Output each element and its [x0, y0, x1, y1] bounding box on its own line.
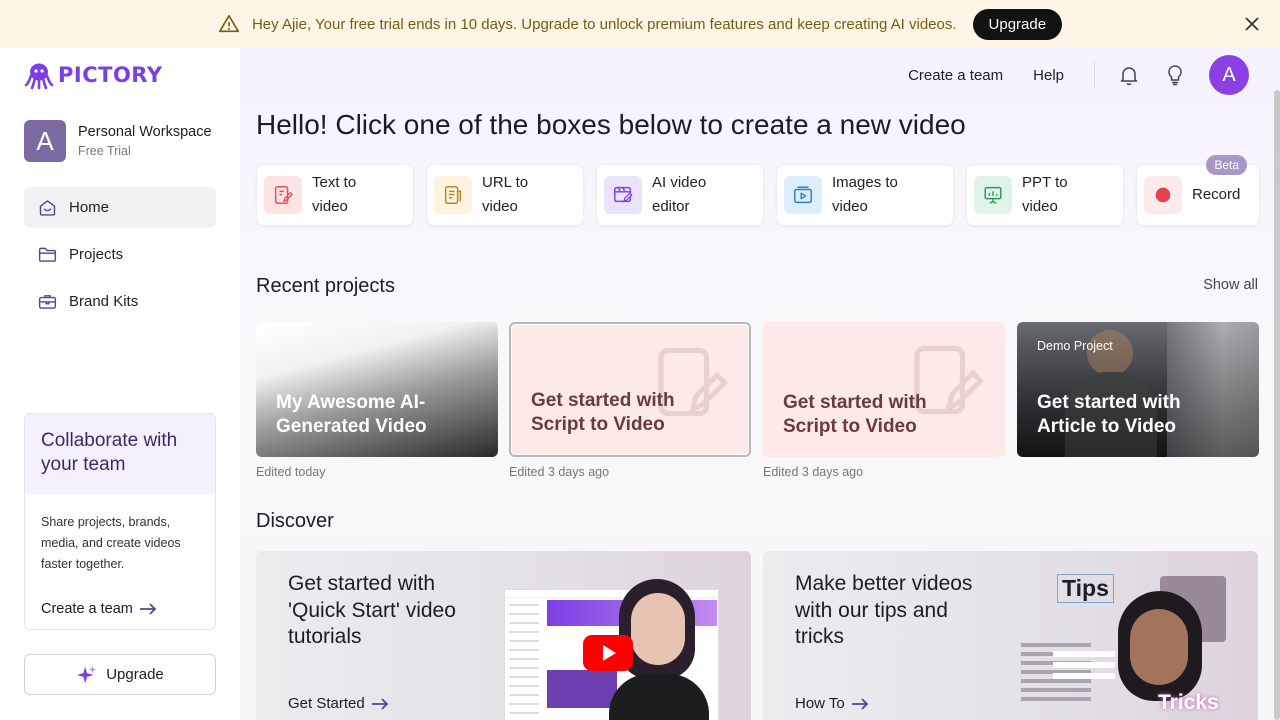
tile-label: PPT to video [1022, 174, 1068, 215]
discover-card-tips[interactable]: Make better videos with our tips and tri… [763, 551, 1258, 720]
collaborate-card: Collaborate with your team Share project… [24, 413, 216, 630]
project-thumbnail[interactable]: My Awesome AI-Generated Video [256, 322, 498, 457]
banner-upgrade-button[interactable]: Upgrade [972, 8, 1063, 40]
how-to-link[interactable]: How To [795, 695, 869, 712]
bell-icon[interactable] [1117, 63, 1141, 87]
workspace-avatar: A [24, 120, 66, 162]
tricks-art-label: Tricks [1158, 691, 1219, 714]
show-all-link[interactable]: Show all [1203, 277, 1258, 293]
sidebar-upgrade-label: Upgrade [106, 666, 164, 683]
discover-card-quick-start[interactable]: Get started with 'Quick Start' video tut… [256, 551, 751, 720]
project-edited: Edited today [256, 465, 326, 479]
briefcase-icon [38, 295, 57, 309]
topbar-divider [1094, 62, 1095, 88]
create-team-button[interactable]: Create a team [908, 67, 1003, 84]
project-thumbnail[interactable]: Demo Project Get started with Article to… [1017, 322, 1259, 457]
beta-badge: Beta [1206, 155, 1247, 175]
discover-card-title: Make better videos with our tips and tri… [795, 572, 973, 648]
sparkle-icon [77, 665, 97, 683]
sidebar-item-label: Projects [69, 246, 124, 263]
tile-text-to-video[interactable]: Text to video [256, 164, 414, 226]
project-title: Get started with Article to Video [1037, 392, 1181, 437]
lightbulb-icon[interactable] [1163, 63, 1187, 87]
tile-images-to-video[interactable]: Images to video [776, 164, 954, 226]
sidebar: PICTORY A Personal Workspace Free Trial … [0, 48, 240, 720]
url-to-video-icon [434, 176, 472, 214]
recent-projects-heading: Recent projects [256, 275, 395, 297]
workspace-switcher[interactable]: A Personal Workspace Free Trial [24, 120, 212, 162]
sidebar-nav: Home Projects Brand Kits [24, 187, 216, 328]
tile-label: AI video editor [652, 174, 707, 215]
project-tag: Demo Project [1037, 339, 1113, 353]
text-to-video-icon [264, 176, 302, 214]
tile-label: URL to video [482, 174, 529, 215]
trial-banner: Hey Ajie, Your free trial ends in 10 day… [0, 0, 1280, 48]
discover-card-title: Get started with 'Quick Start' video tut… [288, 572, 456, 648]
project-title: Get started with Script to Video [783, 392, 927, 437]
close-banner-icon[interactable] [1242, 14, 1262, 34]
get-started-label: Get Started [288, 695, 365, 712]
octopus-logo-icon [24, 63, 54, 90]
arrow-right-icon [139, 603, 157, 615]
collaborate-title: Collaborate with your team [25, 414, 215, 494]
collaborate-description: Share projects, brands, media, and creat… [41, 515, 181, 571]
how-to-label: How To [795, 695, 845, 712]
page-title: Hello! Click one of the boxes below to c… [256, 109, 966, 140]
tips-white-bars [1053, 651, 1115, 681]
video-editor-icon [604, 176, 642, 214]
sidebar-upgrade-button[interactable]: Upgrade [24, 654, 216, 695]
project-card[interactable]: Get started with Script to Video Edited … [509, 322, 751, 482]
tile-ppt-to-video[interactable]: PPT to video [966, 164, 1124, 226]
record-icon [1144, 176, 1182, 214]
project-card[interactable]: Demo Project Get started with Article to… [1017, 322, 1259, 482]
create-team-link[interactable]: Create a team [41, 601, 157, 617]
main-content: Create a team Help A Hello! Click one of… [240, 48, 1280, 720]
get-started-link[interactable]: Get Started [288, 695, 389, 712]
yt-sidebar [509, 604, 539, 720]
warning-icon [218, 13, 240, 35]
youtube-play-icon [583, 635, 633, 671]
help-button[interactable]: Help [1033, 67, 1064, 84]
discover-heading: Discover [256, 510, 334, 532]
sidebar-item-projects[interactable]: Projects [24, 234, 216, 275]
tile-record[interactable]: Record Beta [1136, 155, 1260, 226]
create-team-label: Create a team [41, 601, 133, 617]
top-bar: Create a team Help A [908, 48, 1280, 102]
sidebar-item-label: Home [69, 199, 110, 216]
project-thumbnail[interactable]: Get started with Script to Video [509, 322, 751, 457]
sidebar-item-home[interactable]: Home [24, 187, 216, 228]
user-avatar[interactable]: A [1209, 55, 1249, 95]
tile-ai-video-editor[interactable]: AI video editor [596, 164, 764, 226]
project-card[interactable]: Get started with Script to Video Edited … [763, 322, 1005, 482]
tips-art-label: Tips [1057, 574, 1114, 603]
create-video-tiles: Text to video URL to video AI video edit… [256, 155, 1260, 226]
project-title: My Awesome AI-Generated Video [276, 392, 427, 437]
project-thumbnail[interactable]: Get started with Script to Video [763, 322, 1005, 457]
logo-text: PICTORY [58, 63, 163, 87]
sidebar-item-brand-kits[interactable]: Brand Kits [24, 281, 216, 322]
arrow-right-icon [851, 697, 868, 710]
workspace-plan: Free Trial [78, 144, 131, 158]
tile-label: Images to video [832, 174, 898, 215]
project-edited: Edited 3 days ago [509, 465, 610, 479]
page-scrollbar[interactable] [1274, 90, 1280, 720]
ppt-to-video-icon [974, 176, 1012, 214]
arrow-right-icon [371, 697, 388, 710]
project-card[interactable]: My Awesome AI-Generated Video Edited tod… [256, 322, 498, 482]
banner-message: Hey Ajie, Your free trial ends in 10 day… [251, 15, 957, 33]
workspace-name: Personal Workspace [78, 124, 212, 140]
home-icon [39, 200, 56, 216]
sidebar-item-label: Brand Kits [69, 293, 139, 310]
tile-url-to-video[interactable]: URL to video [426, 164, 584, 226]
project-edited: Edited 3 days ago [763, 465, 864, 479]
tile-label: Record [1192, 186, 1241, 203]
folder-icon [38, 247, 57, 262]
project-title: Get started with Script to Video [531, 390, 675, 435]
images-to-video-icon [784, 176, 822, 214]
tile-label: Text to video [312, 174, 357, 215]
pictory-logo[interactable]: PICTORY [24, 60, 163, 90]
